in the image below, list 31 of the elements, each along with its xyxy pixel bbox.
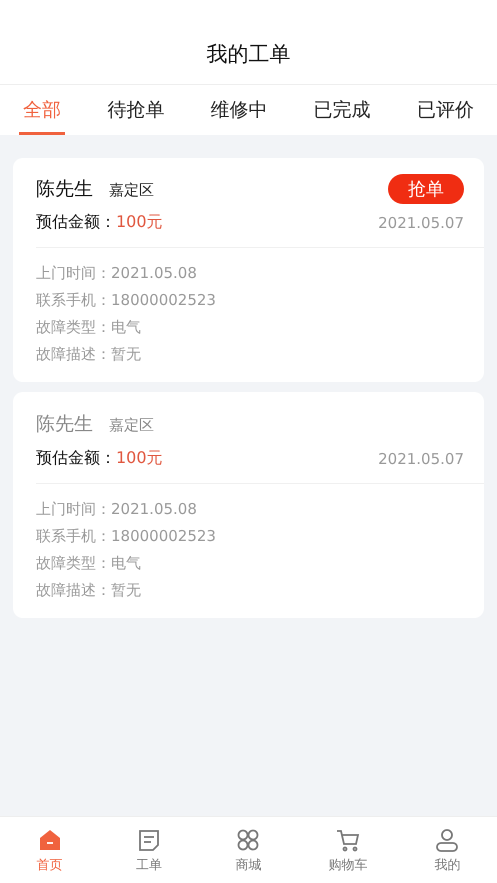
detail-line: 故障描述：暂无 (36, 581, 142, 600)
district: 嘉定区 (109, 181, 154, 200)
tab[interactable]: 已评价 (412, 85, 478, 135)
customer-name: 陈先生 (36, 412, 93, 437)
nav-item[interactable]: 购物车 (312, 817, 383, 883)
order-date: 2021.05.07 (378, 450, 464, 468)
nav-item[interactable]: 工单 (114, 817, 184, 883)
tab[interactable]: 已完成 (310, 85, 375, 135)
user-icon (434, 827, 460, 853)
detail-line: 故障类型：电气 (36, 318, 142, 337)
tab[interactable]: 待抢单 (103, 85, 168, 135)
grid-icon (235, 827, 262, 853)
order-date: 2021.05.07 (378, 214, 464, 232)
district: 嘉定区 (109, 416, 154, 435)
detail-line: 联系手机：18000002523 (36, 291, 217, 310)
grab-order-button[interactable]: 抢单 (388, 174, 464, 204)
tab[interactable]: 全部 (19, 85, 66, 135)
nav-item[interactable]: 首页 (14, 817, 85, 883)
detail-line: 故障描述：暂无 (36, 345, 142, 364)
nav-item[interactable]: 商城 (213, 817, 284, 883)
page-title: 我的工单 (206, 41, 290, 68)
cart-icon (334, 827, 361, 853)
detail-line: 上门时间：2021.05.08 (36, 500, 198, 519)
estimated-amount: 预估金额：100元 (36, 212, 163, 233)
detail-line: 故障类型：电气 (36, 554, 142, 573)
estimated-amount: 预估金额：100元 (36, 448, 163, 469)
customer-name: 陈先生 (36, 177, 93, 202)
tab[interactable]: 维修中 (206, 85, 272, 135)
detail-line: 上门时间：2021.05.08 (36, 264, 198, 283)
detail-line: 联系手机：18000002523 (36, 527, 217, 546)
nav-item[interactable]: 我的 (412, 817, 482, 883)
